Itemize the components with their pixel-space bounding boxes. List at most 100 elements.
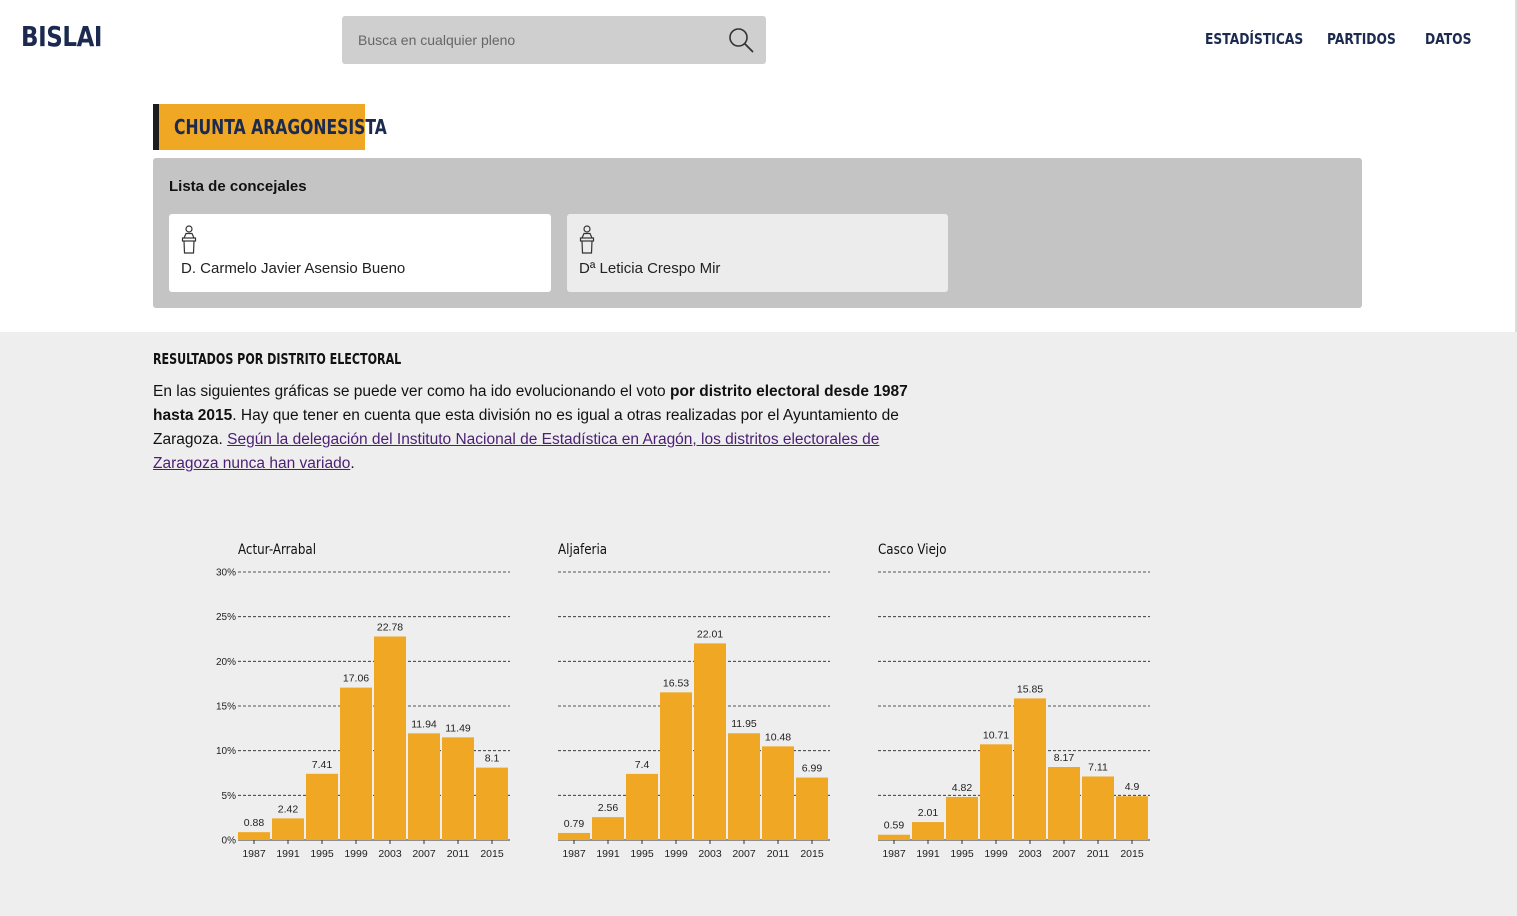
ine-link[interactable]: Según la delegación del Instituto Nacion… — [153, 431, 879, 472]
x-tick-label: 2003 — [378, 848, 402, 860]
bar[interactable] — [1014, 698, 1046, 840]
search-input[interactable] — [342, 16, 722, 64]
bar[interactable] — [476, 767, 508, 840]
bar-value-label: 0.88 — [244, 817, 265, 829]
bar-value-label: 4.82 — [952, 782, 973, 794]
bar[interactable] — [878, 834, 910, 840]
councillor-card[interactable]: Dª Leticia Crespo Mir — [567, 214, 948, 292]
party-tag: CHUNTA ARAGONESISTA — [153, 104, 387, 150]
bar-value-label: 6.99 — [802, 763, 823, 775]
bar-value-label: 8.1 — [485, 753, 500, 765]
bar-chart: 0% 5% 10% 15% 20% 25% 30% 0.88 1987 2.42 1991 7.41 1… — [216, 568, 510, 860]
bar-chart: 0.79 1987 2.56 1991 7.4 1995 16.53 1999 22.01 200… — [558, 571, 830, 860]
results-section: RESULTADOS POR DISTRITO ELECTORAL En las… — [0, 332, 1517, 916]
bar[interactable] — [592, 817, 624, 840]
bar[interactable] — [762, 746, 794, 840]
header: BISLAI ESTADÍSTICAS PARTIDOS DATOS — [0, 0, 1517, 84]
bar-value-label: 7.4 — [635, 759, 650, 771]
bar[interactable] — [558, 832, 590, 840]
bar[interactable] — [408, 733, 440, 840]
y-tick-label: 5% — [222, 791, 237, 802]
council-list: Lista de concejales D. Carmelo Javier As… — [153, 158, 1362, 308]
podium-icon — [579, 225, 595, 254]
bar[interactable] — [1082, 776, 1114, 840]
bar[interactable] — [272, 818, 304, 840]
bar[interactable] — [980, 744, 1012, 840]
bar-value-label: 2.42 — [278, 803, 299, 815]
x-tick-label: 1999 — [984, 848, 1008, 860]
bar[interactable] — [728, 733, 760, 840]
logo[interactable]: BISLAI — [21, 20, 102, 53]
intro-text: En las siguientes gráficas se puede ver … — [153, 380, 943, 476]
bar[interactable] — [946, 796, 978, 840]
council-title: Lista de concejales — [169, 178, 307, 195]
chart-casco-viejo: Casco Viejo 0.59 1987 2.01 1991 4.82 1995 10.7… — [848, 532, 1150, 872]
bar-value-label: 15.85 — [1017, 683, 1043, 695]
x-tick-label: 1987 — [242, 848, 266, 860]
y-tick-label: 20% — [216, 657, 236, 668]
search-icon[interactable] — [728, 27, 754, 53]
x-tick-label: 2007 — [1052, 848, 1076, 860]
x-tick-label: 1995 — [630, 848, 654, 860]
nav-estadisticas[interactable]: ESTADÍSTICAS — [1205, 30, 1303, 48]
councillor-card[interactable]: D. Carmelo Javier Asensio Bueno — [169, 214, 551, 292]
x-tick-label: 1987 — [882, 848, 906, 860]
x-tick-label: 2003 — [1018, 848, 1042, 860]
chart-actur-arrabal: Actur-Arrabal 0% 5% 10% 15% 20% 25% 30% 0.88 198… — [208, 532, 510, 872]
bar[interactable] — [626, 773, 658, 840]
councillor-name: Dª Leticia Crespo Mir — [579, 260, 721, 277]
x-tick-label: 2007 — [732, 848, 756, 860]
bar[interactable] — [238, 832, 270, 840]
bar[interactable] — [694, 643, 726, 840]
bar-value-label: 7.11 — [1088, 761, 1108, 773]
bar-value-label: 8.17 — [1054, 752, 1075, 764]
bar[interactable] — [374, 636, 406, 840]
bar-value-label: 11.95 — [731, 718, 757, 730]
y-tick-label: 30% — [216, 568, 236, 579]
x-tick-label: 1995 — [310, 848, 334, 860]
bar-value-label: 2.56 — [598, 802, 619, 814]
bar[interactable] — [442, 737, 474, 840]
bar-value-label: 17.06 — [343, 673, 369, 685]
y-tick-label: 0% — [222, 836, 237, 847]
bar-value-label: 11.94 — [411, 718, 437, 730]
bar-value-label: 22.01 — [697, 628, 723, 640]
bar-value-label: 11.49 — [445, 722, 471, 734]
y-tick-label: 15% — [216, 702, 236, 713]
bar-value-label: 16.53 — [663, 677, 689, 689]
bar[interactable] — [340, 687, 372, 840]
bar-value-label: 7.41 — [312, 759, 333, 771]
x-tick-label: 1995 — [950, 848, 974, 860]
x-tick-label: 2011 — [767, 848, 790, 860]
x-tick-label: 2011 — [1087, 848, 1110, 860]
x-tick-label: 1991 — [916, 848, 940, 860]
y-tick-label: 25% — [216, 612, 236, 623]
nav-partidos[interactable]: PARTIDOS — [1327, 30, 1396, 48]
x-tick-label: 2003 — [698, 848, 722, 860]
bar[interactable] — [306, 773, 338, 840]
x-tick-label: 2015 — [480, 848, 504, 860]
councillor-name: D. Carmelo Javier Asensio Bueno — [181, 260, 406, 277]
x-tick-label: 1987 — [562, 848, 586, 860]
bar-value-label: 4.9 — [1125, 781, 1140, 793]
x-tick-label: 1991 — [276, 848, 300, 860]
nav-datos[interactable]: DATOS — [1425, 30, 1471, 48]
bar-value-label: 22.78 — [377, 621, 403, 633]
bar[interactable] — [796, 777, 828, 840]
chart-aljaferia: Aljaferia 0.79 1987 2.56 1991 7.4 1995 16.53 19… — [528, 532, 830, 872]
x-tick-label: 2015 — [800, 848, 824, 860]
section-title: RESULTADOS POR DISTRITO ELECTORAL — [153, 350, 402, 368]
bar[interactable] — [1116, 796, 1148, 840]
bar-value-label: 10.71 — [983, 729, 1009, 741]
bar-value-label: 0.59 — [884, 820, 905, 832]
bar-value-label: 2.01 — [918, 807, 939, 819]
bar-value-label: 0.79 — [564, 818, 585, 830]
bar[interactable] — [660, 692, 692, 840]
x-tick-label: 2007 — [412, 848, 436, 860]
bar[interactable] — [912, 822, 944, 840]
bar-chart: 0.59 1987 2.01 1991 4.82 1995 10.71 1999 15.85 20… — [878, 571, 1150, 860]
x-tick-label: 2011 — [447, 848, 470, 860]
search-box[interactable] — [342, 16, 766, 64]
party-name: CHUNTA ARAGONESISTA — [174, 115, 387, 139]
bar[interactable] — [1048, 767, 1080, 840]
